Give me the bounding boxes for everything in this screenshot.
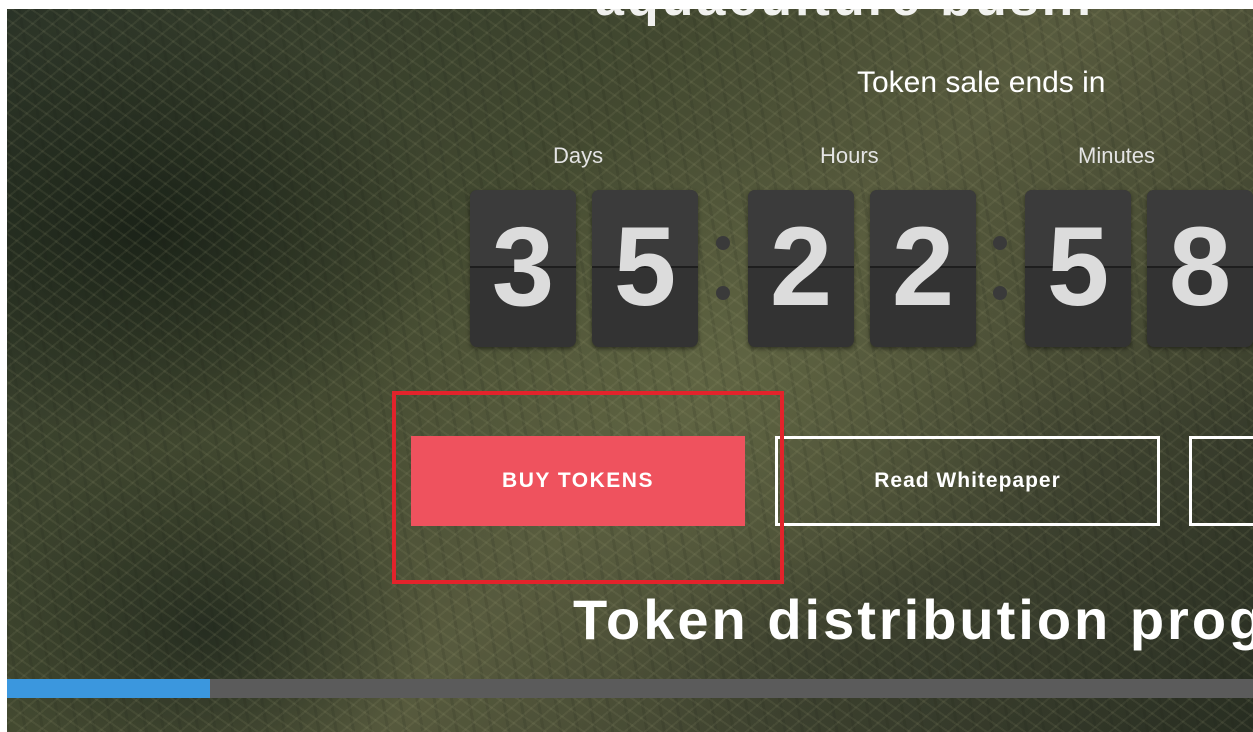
countdown-digit: 8: [1168, 204, 1232, 329]
countdown-separator-dot: [993, 286, 1007, 300]
countdown-days-digit-card: 5: [592, 190, 698, 347]
buy-tokens-button[interactable]: BUY TOKENS: [411, 436, 745, 526]
countdown-digit: 5: [613, 204, 677, 329]
countdown-minutes-label: Minutes: [1078, 143, 1156, 168]
countdown-digit: 2: [769, 204, 833, 329]
countdown-hours-digit-card: 2: [870, 190, 976, 347]
countdown-digit: 2: [891, 204, 955, 329]
progress-bar-fill: [7, 679, 211, 698]
countdown-minutes-digit-card: 5: [1025, 190, 1131, 347]
hero-heading: aquaculture busin: [595, 0, 1094, 28]
countdown-digit: 5: [1046, 204, 1110, 329]
countdown-minutes-digit-card: 8: [1147, 190, 1253, 347]
countdown-digit: 3: [491, 204, 555, 329]
token-sale-label: Token sale ends in: [857, 66, 1106, 99]
countdown-hours-digit-card: 2: [748, 190, 854, 347]
countdown-separator-dot: [993, 236, 1007, 250]
countdown-days-digit-card: 3: [470, 190, 576, 347]
page: aquaculture busin Token sale ends in Day…: [0, 0, 1253, 732]
countdown-separator-dot: [716, 236, 730, 250]
secondary-outline-button[interactable]: [1189, 436, 1253, 526]
token-distribution-heading: Token distribution prog: [573, 588, 1253, 651]
countdown-days-label: Days: [553, 143, 604, 168]
countdown-hours-label: Hours: [820, 143, 879, 168]
countdown-separator-dot: [716, 286, 730, 300]
read-whitepaper-button[interactable]: Read Whitepaper: [775, 436, 1160, 526]
token-distribution-progress-bar: [7, 679, 1253, 698]
